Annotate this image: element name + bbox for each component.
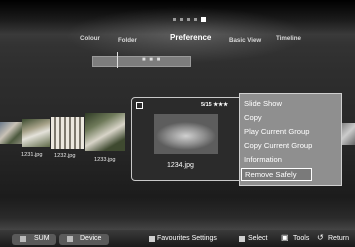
thumbnail-label: 1233.jpg [94,157,116,163]
return-label[interactable]: Return [328,235,349,242]
selected-thumbnail-image [154,114,218,154]
item-rating: 5/15 ★★★ [201,102,229,108]
thumbnail-label: 1232.jpg [54,153,76,159]
menu-item-slide-show[interactable]: Slide Show [244,99,282,108]
sum-key-icon [20,236,26,242]
page-dot-active [201,17,206,22]
thumbnail-image-1231[interactable] [22,119,50,147]
menu-item-remove-safely[interactable]: Remove Safely [241,168,312,181]
tab-folder[interactable]: Folder [118,37,137,44]
page-indicator [173,17,206,22]
tools-icon: ▣ [281,233,289,242]
page-dot [173,18,176,21]
page-dot [187,18,190,21]
menu-item-information[interactable]: Information [244,155,282,164]
tools-label[interactable]: Tools [293,235,309,242]
favourites-settings-label[interactable]: Favourites Settings [157,235,217,242]
menu-item-copy[interactable]: Copy [244,113,262,122]
page-dot [180,18,183,21]
menu-item-play-current-group[interactable]: Play Current Group [244,127,309,136]
filter-label: ■ ■ ■ [142,57,162,63]
menu-item-label: Remove Safely [245,170,297,179]
page-dot [194,18,197,21]
menu-item-copy-current-group[interactable]: Copy Current Group [244,141,312,150]
favourites-key-icon [149,236,155,242]
select-key-icon [239,236,245,242]
select-checkbox-icon[interactable] [136,102,143,109]
filter-position-marker [117,52,118,68]
select-label[interactable]: Select [248,235,267,242]
thumbnail-image[interactable] [0,122,22,144]
return-icon: ↺ [317,233,324,242]
device-key-icon [67,236,73,242]
tab-basic-view[interactable]: Basic View [229,37,261,44]
thumbnail-image-1232[interactable] [51,117,84,149]
tab-timeline[interactable]: Timeline [276,35,301,42]
tab-colour[interactable]: Colour [80,35,100,42]
device-label: Device [80,235,102,242]
sum-label: SUM [34,235,50,242]
selected-file-name: 1234.jpg [167,162,194,169]
thumbnail-image-1233[interactable] [85,113,125,151]
tab-preference[interactable]: Preference [170,33,211,42]
media-browser-screen: Colour Folder Preference Basic View Time… [0,0,355,247]
thumbnail-label: 1231.jpg [21,152,43,158]
